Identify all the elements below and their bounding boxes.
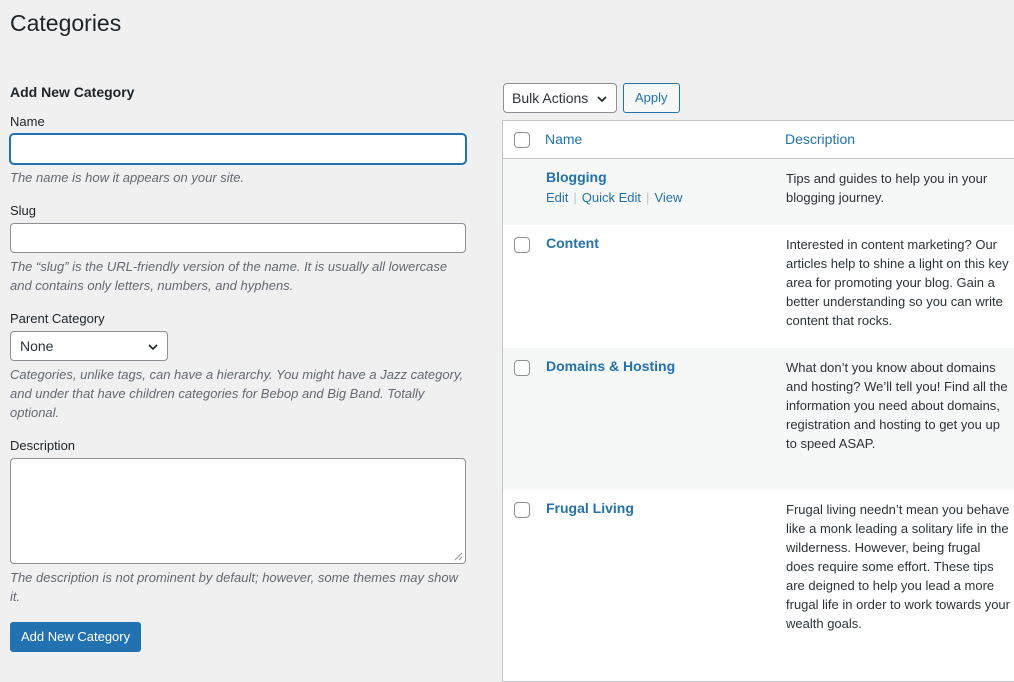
- table-toolbar: Bulk Actions Apply: [503, 83, 680, 113]
- category-name-link[interactable]: Blogging: [546, 169, 607, 185]
- parent-category-label: Parent Category: [10, 311, 105, 326]
- edit-link[interactable]: Edit: [546, 190, 568, 205]
- row-checkbox[interactable]: [514, 502, 530, 518]
- category-name-link[interactable]: Domains & Hosting: [546, 358, 675, 374]
- row-checkbox[interactable]: [514, 360, 530, 376]
- table-row: Content Interested in content marketing?…: [503, 225, 1014, 348]
- select-all-checkbox[interactable]: [514, 132, 530, 148]
- bulk-actions-select[interactable]: Bulk Actions: [503, 83, 617, 113]
- description-label: Description: [10, 438, 76, 453]
- bulk-actions-value: Bulk Actions: [512, 90, 589, 106]
- description-help: The description is not prominent by defa…: [10, 570, 458, 604]
- add-category-form: Add New Category Name The name is how it…: [10, 84, 468, 652]
- parent-field-group: Parent Category None Categories, unlike …: [10, 311, 468, 422]
- column-header-name[interactable]: Name: [545, 131, 582, 147]
- parent-category-value: None: [20, 338, 54, 354]
- slug-label: Slug: [10, 203, 37, 218]
- name-label: Name: [10, 114, 45, 129]
- category-name-link[interactable]: Content: [546, 235, 599, 251]
- category-description: Tips and guides to help you in your blog…: [786, 171, 988, 205]
- table-header: Name Description: [503, 121, 1014, 159]
- description-textarea[interactable]: [10, 458, 466, 564]
- view-link[interactable]: View: [654, 190, 682, 205]
- slug-input[interactable]: [10, 223, 466, 253]
- table-row: Domains & Hosting What don’t you know ab…: [503, 348, 1014, 490]
- category-description: Interested in content marketing? Our art…: [786, 237, 1009, 328]
- parent-help: Categories, unlike tags, can have a hier…: [10, 367, 464, 420]
- chevron-down-icon: [148, 344, 158, 351]
- quick-edit-link[interactable]: Quick Edit: [582, 190, 641, 205]
- name-help: The name is how it appears on your site.: [10, 170, 245, 185]
- add-new-category-button[interactable]: Add New Category: [10, 622, 142, 652]
- table-row: Frugal Living Frugal living needn’t mean…: [503, 490, 1014, 670]
- chevron-down-icon: [597, 96, 607, 103]
- category-name-link[interactable]: Frugal Living: [546, 500, 634, 516]
- slug-help: The “slug” is the URL-friendly version o…: [10, 259, 448, 293]
- parent-category-select[interactable]: None: [10, 331, 168, 361]
- page-title: Categories: [10, 10, 122, 36]
- category-description: Frugal living needn’t mean you behave li…: [786, 502, 1010, 631]
- action-separator: |: [646, 190, 650, 205]
- slug-field-group: Slug The “slug” is the URL-friendly vers…: [10, 203, 468, 295]
- form-heading: Add New Category: [10, 84, 135, 100]
- categories-table: Name Description Blogging Edit | Quick Edi…: [502, 120, 1014, 682]
- resize-grip-icon[interactable]: [454, 552, 463, 561]
- row-checkbox[interactable]: [514, 237, 530, 253]
- category-description: What don’t you know about domains and ho…: [786, 360, 1008, 451]
- name-input[interactable]: [10, 134, 466, 164]
- column-header-description[interactable]: Description: [785, 131, 855, 147]
- action-separator: |: [573, 190, 577, 205]
- row-actions: Edit | Quick Edit | View: [546, 190, 682, 205]
- table-row: Blogging Edit | Quick Edit | View Tips and g…: [503, 159, 1014, 225]
- apply-button[interactable]: Apply: [623, 83, 680, 113]
- name-field-group: Name The name is how it appears on your …: [10, 114, 468, 187]
- description-field-group: Description The description is not promi…: [10, 438, 468, 606]
